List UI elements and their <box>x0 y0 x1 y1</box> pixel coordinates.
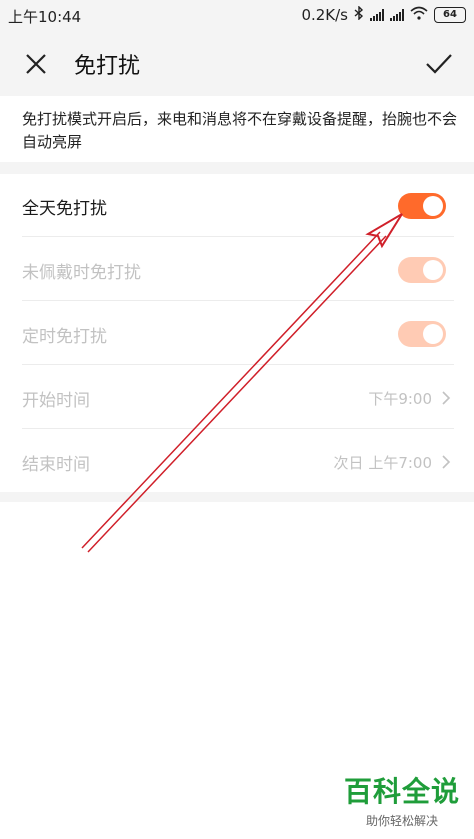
close-icon[interactable] <box>22 50 50 78</box>
setting-all-day[interactable]: 全天免打扰 <box>0 174 474 237</box>
divider <box>22 364 454 365</box>
page-title: 免打扰 <box>74 54 141 79</box>
divider <box>22 428 454 429</box>
toggle-knob <box>423 324 443 344</box>
setting-label: 全天免打扰 <box>22 199 107 219</box>
status-bar: 上午10:44 0.2K/s 64 <box>0 0 474 30</box>
toggle-knob <box>423 260 443 280</box>
watermark-title: 百科全说 <box>343 775 460 808</box>
watermark-subtitle: 助你轻松解决 <box>365 814 438 828</box>
setting-label: 未佩戴时免打扰 <box>22 263 141 283</box>
setting-label: 结束时间 <box>22 455 90 475</box>
setting-scheduled[interactable]: 定时免打扰 <box>0 302 474 365</box>
app-bar: 免打扰 <box>0 30 474 96</box>
end-time-value: 次日 上午7:00 <box>333 454 432 472</box>
setting-not-worn[interactable]: 未佩戴时免打扰 <box>0 238 474 301</box>
chevron-right-icon <box>440 454 452 470</box>
setting-start-time[interactable]: 开始时间 下午9:00 <box>0 366 474 429</box>
settings-list: 全天免打扰 未佩戴时免打扰 定时免打扰 开始时间 下午9:00 结束时间 次日 … <box>0 174 474 492</box>
divider <box>22 300 454 301</box>
setting-end-time[interactable]: 结束时间 次日 上午7:00 <box>0 430 474 493</box>
watermark-logo: 百科全说 助你轻松解决 <box>344 770 460 829</box>
wifi-icon <box>410 6 428 24</box>
check-icon[interactable] <box>424 50 454 78</box>
status-icons: 0.2K/s 64 <box>301 5 466 24</box>
toggle-knob <box>423 196 443 216</box>
chevron-right-icon <box>440 390 452 406</box>
description-text: 免打扰模式开启后，来电和消息将不在穿戴设备提醒，抬腕也不会自动亮屏 <box>22 110 458 151</box>
not-worn-toggle[interactable] <box>398 257 446 283</box>
signal-icon <box>370 9 384 21</box>
start-time-value: 下午9:00 <box>368 390 432 408</box>
divider <box>22 236 454 237</box>
battery-icon: 64 <box>434 7 466 23</box>
signal-icon-2 <box>390 9 404 21</box>
all-day-toggle[interactable] <box>398 193 446 219</box>
setting-label: 定时免打扰 <box>22 327 107 347</box>
setting-label: 开始时间 <box>22 391 90 411</box>
network-speed: 0.2K/s <box>301 6 348 24</box>
scheduled-toggle[interactable] <box>398 321 446 347</box>
status-time: 上午10:44 <box>8 8 82 26</box>
bluetooth-icon <box>354 5 364 24</box>
description-panel: 免打扰模式开启后，来电和消息将不在穿戴设备提醒，抬腕也不会自动亮屏 <box>0 96 474 162</box>
